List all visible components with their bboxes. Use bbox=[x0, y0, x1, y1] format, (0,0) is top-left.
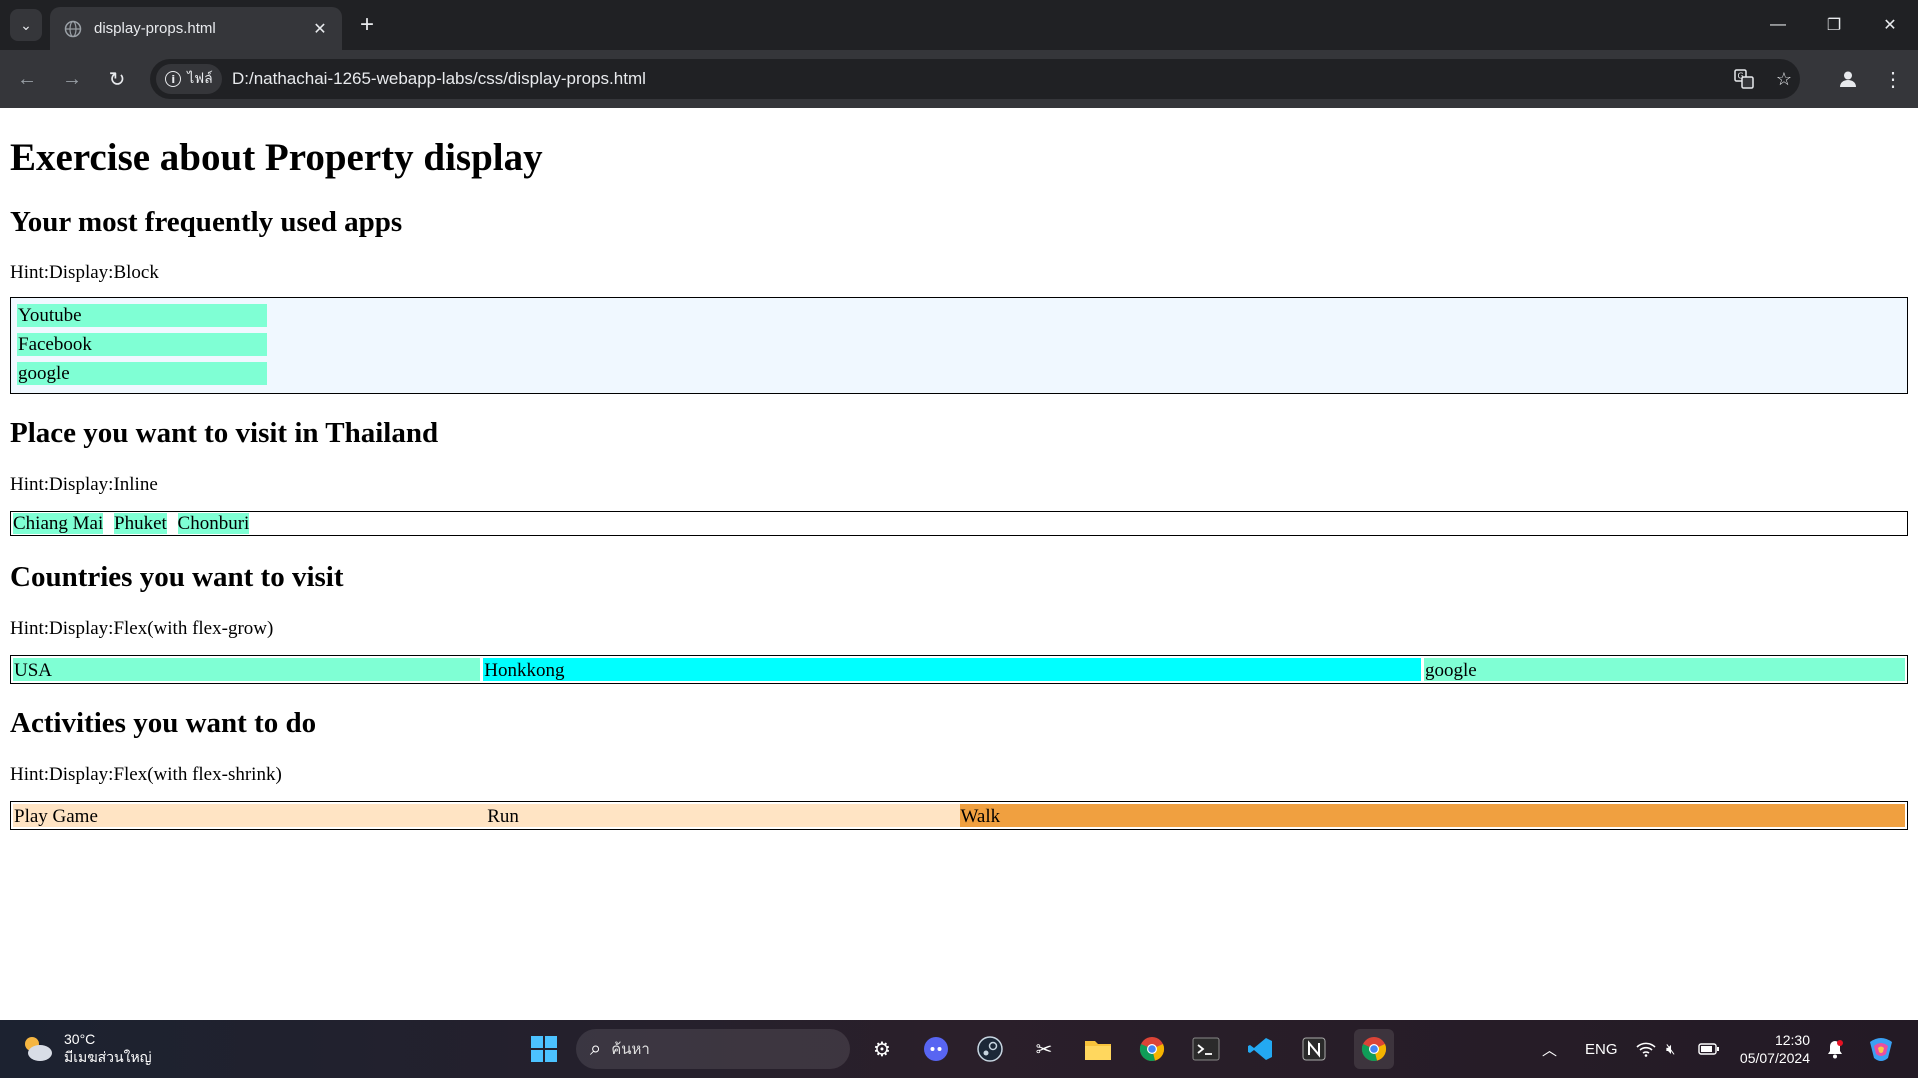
list-item: Honkkong bbox=[483, 658, 1422, 681]
steelseries-icon[interactable]: ⚙ bbox=[862, 1029, 902, 1069]
page-content: Exercise about Property display Your mos… bbox=[0, 138, 1918, 830]
close-window-button[interactable]: ✕ bbox=[1862, 0, 1918, 50]
flex-grow-list: USA Honkkong google bbox=[10, 655, 1908, 684]
profile-button[interactable] bbox=[1833, 64, 1863, 94]
list-item: Phuket bbox=[114, 513, 167, 534]
list-item: Play Game bbox=[13, 804, 487, 827]
globe-icon bbox=[64, 20, 82, 38]
wifi-icon[interactable] bbox=[1636, 1020, 1656, 1078]
language-label: ENG bbox=[1585, 1040, 1618, 1058]
minimize-button[interactable]: — bbox=[1750, 0, 1806, 50]
taskbar-clock[interactable]: 12:30 05/07/2024 bbox=[1720, 1031, 1810, 1067]
steam-icon[interactable] bbox=[970, 1029, 1010, 1069]
url-text[interactable]: D:/nathachai-1265-webapp-labs/css/displa… bbox=[232, 69, 646, 89]
vscode-icon[interactable] bbox=[1240, 1029, 1280, 1069]
forward-button[interactable]: → bbox=[57, 64, 87, 94]
volume-muted-icon[interactable]: 🔇︎ bbox=[1666, 1020, 1675, 1078]
hint-inline: Hint:Display:Inline bbox=[10, 474, 158, 495]
info-icon: i bbox=[165, 71, 182, 87]
tab-search-button[interactable]: ⌄ bbox=[10, 9, 42, 41]
close-tab-icon[interactable]: ✕ bbox=[310, 19, 330, 39]
list-item: USA bbox=[13, 658, 481, 681]
hint-block: Hint:Display:Block bbox=[10, 262, 159, 283]
inline-list: Chiang Mai Phuket Chonburi bbox=[10, 511, 1908, 536]
arrow-right-icon: → bbox=[62, 67, 82, 90]
chrome-profile-icon[interactable] bbox=[1132, 1029, 1172, 1069]
minimize-icon: — bbox=[1770, 16, 1786, 33]
section-heading-apps: Your most frequently used apps bbox=[10, 206, 403, 238]
browser-toolbar: ← → ↻ i ไฟล์ D:/nathachai-1265-webapp-la… bbox=[0, 50, 1918, 108]
list-item: google bbox=[1424, 658, 1906, 681]
tray-overflow-button[interactable]: ︿ bbox=[1542, 1020, 1557, 1078]
chevron-down-icon: ⌄ bbox=[20, 16, 32, 33]
translate-icon[interactable]: G bbox=[1732, 67, 1756, 91]
bell-icon[interactable] bbox=[1826, 1020, 1844, 1078]
site-info-label: ไฟล์ bbox=[187, 70, 213, 86]
page-title: Exercise about Property display bbox=[10, 136, 543, 179]
restore-icon: ❐ bbox=[1826, 17, 1842, 34]
windows-taskbar: 30°C มีเมฆส่วนใหญ่ ⌕ ค้นหา ⚙ ✂ ︿ ENG 🔇︎ … bbox=[0, 1020, 1918, 1078]
tab-title: display-props.html bbox=[94, 20, 216, 37]
hint-flex-grow: Hint:Display:Flex(with flex-grow) bbox=[10, 618, 274, 639]
section-heading-countries: Countries you want to visit bbox=[10, 561, 344, 593]
language-indicator[interactable]: ENG bbox=[1585, 1020, 1618, 1078]
star-icon[interactable]: ☆ bbox=[1772, 67, 1796, 91]
chevron-up-icon: ︿ bbox=[1542, 1041, 1558, 1059]
list-item: Walk bbox=[959, 804, 1905, 827]
clock-time: 12:30 bbox=[1774, 1032, 1810, 1048]
new-tab-button[interactable]: + bbox=[354, 11, 380, 38]
discord-icon[interactable] bbox=[916, 1029, 956, 1069]
list-item: Run bbox=[486, 804, 960, 827]
menu-button[interactable]: ⋮ bbox=[1878, 64, 1908, 94]
page-viewport: Exercise about Property display Your mos… bbox=[0, 108, 1918, 1020]
weather-desc: มีเมฆส่วนใหญ่ bbox=[64, 1049, 152, 1065]
back-button[interactable]: ← bbox=[12, 64, 42, 94]
snipping-tool-icon[interactable]: ✂ bbox=[1024, 1029, 1064, 1069]
copilot-icon[interactable] bbox=[1866, 1020, 1896, 1078]
block-list: Youtube Facebook google bbox=[10, 297, 1908, 394]
list-item: Chiang Mai bbox=[13, 513, 104, 534]
person-icon bbox=[1840, 71, 1856, 87]
hint-flex-shrink: Hint:Display:Flex(with flex-shrink) bbox=[10, 764, 282, 785]
battery-icon[interactable] bbox=[1698, 1020, 1720, 1078]
terminal-icon[interactable] bbox=[1186, 1029, 1226, 1069]
reload-button[interactable]: ↻ bbox=[102, 64, 132, 94]
list-item: Chonburi bbox=[177, 513, 250, 534]
search-placeholder: ค้นหา bbox=[611, 1041, 650, 1058]
section-heading-activities: Activities you want to do bbox=[10, 707, 317, 739]
more-vertical-icon: ⋮ bbox=[1883, 68, 1903, 91]
taskbar-search[interactable]: ⌕ ค้นหา bbox=[576, 1029, 850, 1069]
site-info-button[interactable]: i ไฟล์ bbox=[156, 64, 222, 94]
restore-button[interactable]: ❐ bbox=[1806, 0, 1862, 50]
clock-date: 05/07/2024 bbox=[1739, 1050, 1810, 1066]
list-item: Youtube bbox=[17, 304, 267, 327]
file-explorer-icon[interactable] bbox=[1078, 1029, 1118, 1069]
notion-icon[interactable] bbox=[1294, 1029, 1334, 1069]
weather-temp: 30°C bbox=[64, 1031, 96, 1047]
reload-icon: ↻ bbox=[108, 68, 126, 91]
start-button[interactable] bbox=[524, 1029, 564, 1069]
windows-icon bbox=[531, 1036, 557, 1062]
close-icon: ✕ bbox=[1883, 17, 1897, 34]
list-item: Facebook bbox=[17, 333, 267, 356]
weather-widget[interactable]: 30°C มีเมฆส่วนใหญ่ bbox=[20, 1030, 152, 1066]
chrome-icon[interactable] bbox=[1354, 1029, 1394, 1069]
browser-tab-bar: ⌄ display-props.html ✕ + — ❐ ✕ bbox=[0, 0, 1918, 50]
arrow-left-icon: ← bbox=[17, 67, 37, 90]
flex-shrink-list: Play Game Run Walk bbox=[10, 801, 1908, 830]
address-bar[interactable]: i ไฟล์ D:/nathachai-1265-webapp-labs/css… bbox=[150, 59, 1800, 99]
cloud-sun-icon bbox=[25, 1037, 52, 1061]
svg-text:G: G bbox=[1738, 72, 1744, 81]
list-item: google bbox=[17, 362, 267, 385]
section-heading-thailand: Place you want to visit in Thailand bbox=[10, 417, 439, 449]
search-icon: ⌕ bbox=[590, 1037, 602, 1060]
browser-tab[interactable]: display-props.html ✕ bbox=[50, 7, 342, 50]
